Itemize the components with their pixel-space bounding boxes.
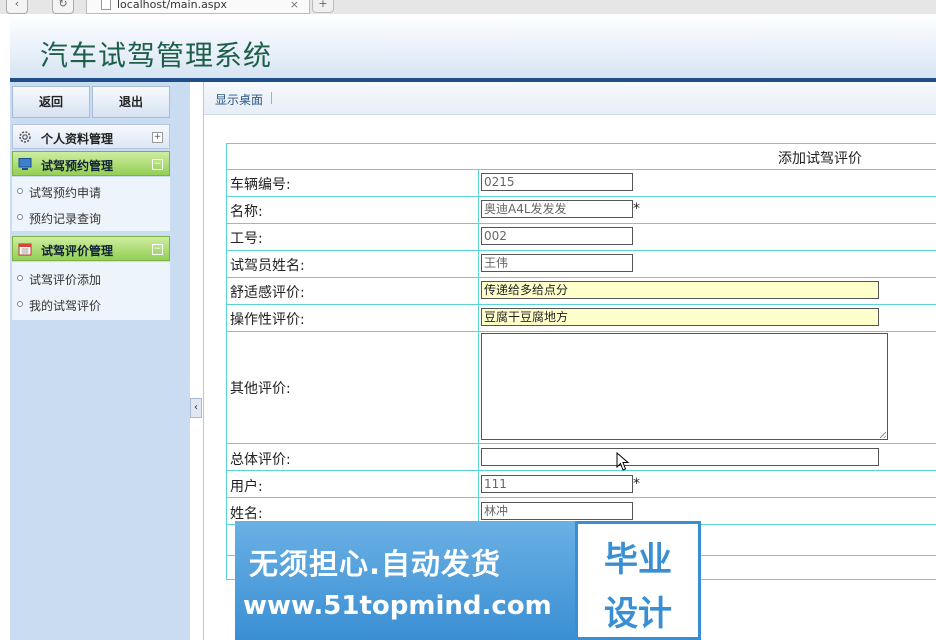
breadcrumb-separator	[271, 92, 272, 104]
sidebar: 返回 退出 个人资料管理 + 试驾预约管理 − 试驾预约申请 预约记录查询 试驾…	[10, 82, 190, 640]
sidebar-section-booking[interactable]: 试驾预约管理 −	[12, 151, 170, 176]
sidebar-item-review-add[interactable]: 试驾评价添加	[12, 265, 170, 291]
grid-line	[226, 470, 936, 471]
breadcrumb: 显示桌面	[204, 82, 936, 115]
new-tab-button[interactable]: +	[312, 0, 334, 13]
app-title: 汽车试驾管理系统	[40, 39, 273, 72]
watermark-left-panel: 无须担心.自动发货 www.51topmind.com	[235, 521, 575, 640]
label-driver-name: 试驾员姓名:	[230, 258, 305, 274]
browser-chrome: ‹ ↻ localhost/main.aspx × +	[0, 0, 936, 15]
watermark-slogan: 无须担心.自动发货	[249, 547, 502, 581]
label-full-name: 姓名:	[230, 506, 263, 522]
sidebar-collapse-button[interactable]: ‹	[190, 398, 202, 418]
bullet-icon	[17, 275, 23, 281]
required-mark: *	[633, 476, 640, 492]
logout-button[interactable]: 退出	[92, 86, 170, 118]
vehicle-no-field[interactable]: 0215	[481, 173, 633, 191]
sidebar-section-label: 个人资料管理	[41, 132, 114, 146]
close-icon[interactable]: ×	[290, 0, 299, 11]
tab-title: localhost/main.aspx	[117, 0, 228, 11]
sidebar-submenu: 试驾评价添加 我的试驾评价	[12, 262, 170, 320]
user-field[interactable]: 111	[481, 475, 633, 493]
sidebar-item-label: 我的试驾评价	[29, 299, 102, 313]
monitor-icon	[18, 158, 32, 170]
sidebar-section-label: 试驾评价管理	[41, 244, 114, 258]
grid-line	[226, 497, 936, 498]
grid-line	[478, 169, 479, 524]
label-vehicle-no: 车辆编号:	[230, 177, 291, 193]
name-field[interactable]: 奥迪A4L发发发	[481, 200, 633, 218]
driver-name-field[interactable]: 王伟	[481, 254, 633, 272]
comfort-rating-field[interactable]: 传递给多给点分	[481, 281, 879, 299]
watermark-text-top: 毕业	[604, 540, 672, 580]
watermark-url: www.51topmind.com	[243, 591, 552, 621]
mouse-cursor-icon	[616, 452, 630, 471]
full-name-field[interactable]: 林冲	[481, 502, 633, 520]
staff-no-field[interactable]: 002	[481, 227, 633, 245]
sidebar-item-my-reviews[interactable]: 我的试驾评价	[12, 291, 170, 317]
sidebar-section-profile[interactable]: 个人资料管理 +	[12, 124, 170, 149]
sidebar-item-label: 预约记录查询	[29, 212, 102, 226]
label-overall-rating: 总体评价:	[230, 452, 291, 468]
reload-button[interactable]: ↻	[52, 0, 74, 14]
back-button[interactable]: 返回	[12, 86, 90, 118]
collapse-section-icon[interactable]: −	[152, 244, 163, 255]
browser-tab[interactable]: localhost/main.aspx ×	[86, 0, 310, 14]
grid-line	[226, 196, 936, 197]
sidebar-item-label: 试驾预约申请	[29, 186, 102, 200]
expand-icon[interactable]: +	[152, 132, 163, 143]
watermark-text-bottom: 设计	[604, 594, 672, 634]
label-other-comments: 其他评价:	[230, 381, 291, 397]
show-desktop-link[interactable]: 显示桌面	[215, 91, 263, 108]
grid-line	[226, 277, 936, 278]
gear-icon	[19, 131, 31, 143]
overall-rating-field[interactable]	[481, 448, 879, 466]
handling-rating-field[interactable]: 豆腐干豆腐地方	[481, 308, 879, 326]
splitter	[203, 82, 204, 640]
bullet-icon	[17, 301, 23, 307]
sidebar-item-label: 试驾评价添加	[29, 273, 102, 287]
grid-line	[226, 331, 936, 332]
grid-line	[226, 250, 936, 251]
label-comfort-rating: 舒适感评价:	[230, 285, 305, 301]
page-icon	[101, 0, 111, 10]
watermark-banner: 无须担心.自动发货 www.51topmind.com 毕业 设计	[235, 521, 701, 640]
app-header: 汽车试驾管理系统	[10, 14, 936, 78]
required-mark: *	[633, 201, 640, 217]
label-staff-no: 工号:	[230, 231, 263, 247]
grid-line	[226, 304, 936, 305]
grid-line	[226, 169, 936, 170]
back-nav-button[interactable]: ‹	[6, 0, 28, 14]
label-name: 名称:	[230, 204, 263, 220]
label-handling-rating: 操作性评价:	[230, 312, 305, 328]
sidebar-item-booking-records[interactable]: 预约记录查询	[12, 204, 170, 230]
sidebar-section-review[interactable]: 试驾评价管理 −	[12, 236, 170, 261]
watermark-right-panel: 毕业 设计	[575, 521, 701, 640]
bullet-icon	[17, 188, 23, 194]
sidebar-section-label: 试驾预约管理	[41, 159, 114, 173]
label-user: 用户:	[230, 479, 263, 495]
grid-line	[226, 223, 936, 224]
grid-line	[226, 443, 936, 444]
form-title: 添加试驾评价	[778, 151, 862, 167]
resize-grip-icon[interactable]	[880, 432, 886, 438]
other-comments-textarea[interactable]	[481, 333, 888, 440]
sidebar-item-booking-apply[interactable]: 试驾预约申请	[12, 178, 170, 204]
sidebar-submenu: 试驾预约申请 预约记录查询	[12, 177, 170, 231]
bullet-icon	[17, 214, 23, 220]
sidebar-top-buttons: 返回 退出	[12, 86, 170, 118]
collapse-section-icon[interactable]: −	[152, 159, 163, 170]
calendar-icon	[18, 243, 32, 256]
